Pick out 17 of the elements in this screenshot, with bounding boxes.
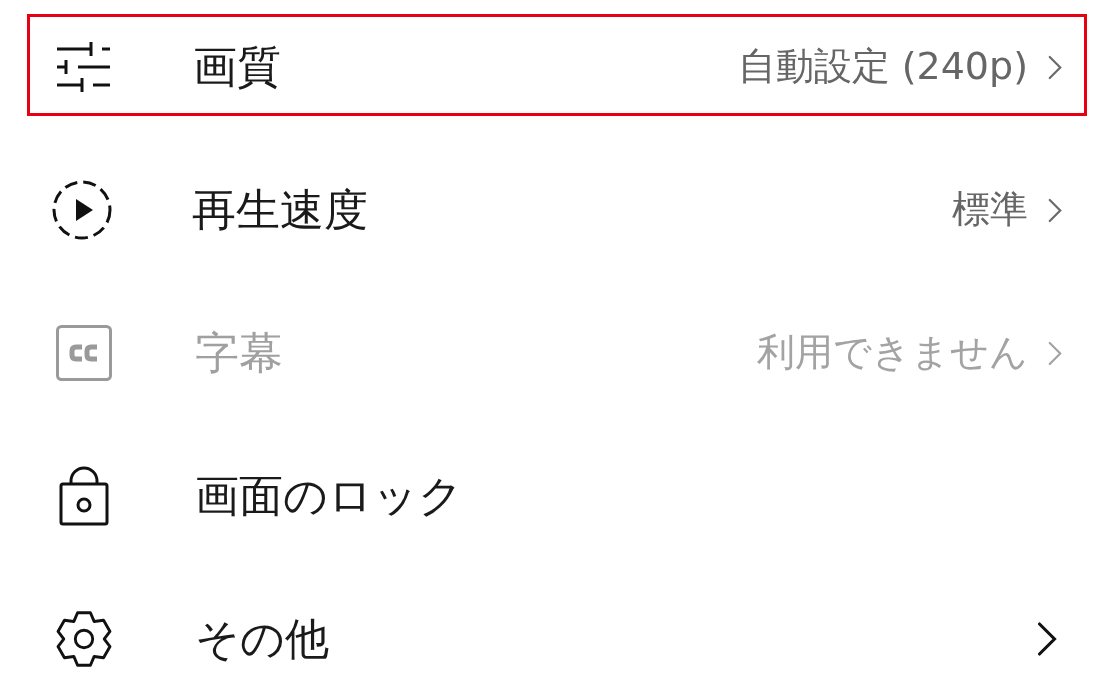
menu-item[interactable]: 画面のロック — [27, 443, 1087, 545]
item-label: 字幕 — [195, 326, 283, 380]
menu-item[interactable]: その他 — [27, 586, 1087, 688]
play-circle-icon — [52, 180, 112, 240]
settings-icon — [55, 610, 113, 668]
item-label: 画面のロック — [195, 469, 463, 523]
item-label: 画質 — [193, 40, 281, 94]
menu-item[interactable]: 画質 自動設定 (240p) — [27, 14, 1087, 116]
padlock-icon — [59, 466, 109, 526]
menu-item[interactable]: 再生速度 標準 — [27, 157, 1087, 259]
item-value: 自動設定 (240p) — [737, 44, 1028, 90]
item-label: 再生速度 — [192, 183, 368, 237]
sliders-icon — [57, 42, 110, 92]
closed-captions-icon — [56, 325, 112, 381]
item-value: 標準 — [952, 187, 1028, 233]
item-label: その他 — [195, 612, 329, 666]
item-value: 利用できません — [757, 330, 1028, 376]
